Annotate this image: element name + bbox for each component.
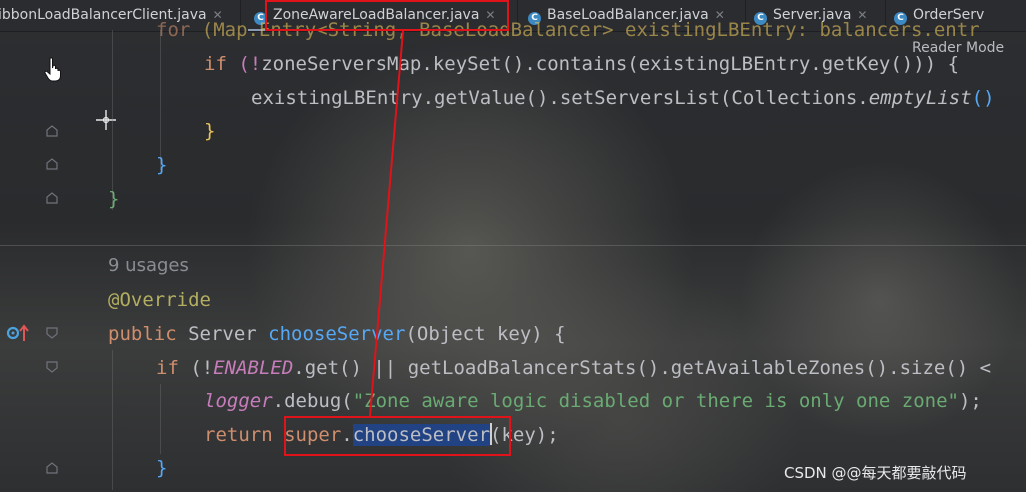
- annotation-connector: [369, 30, 404, 417]
- watermark: CSDN @@每天都要敲代码: [784, 464, 967, 482]
